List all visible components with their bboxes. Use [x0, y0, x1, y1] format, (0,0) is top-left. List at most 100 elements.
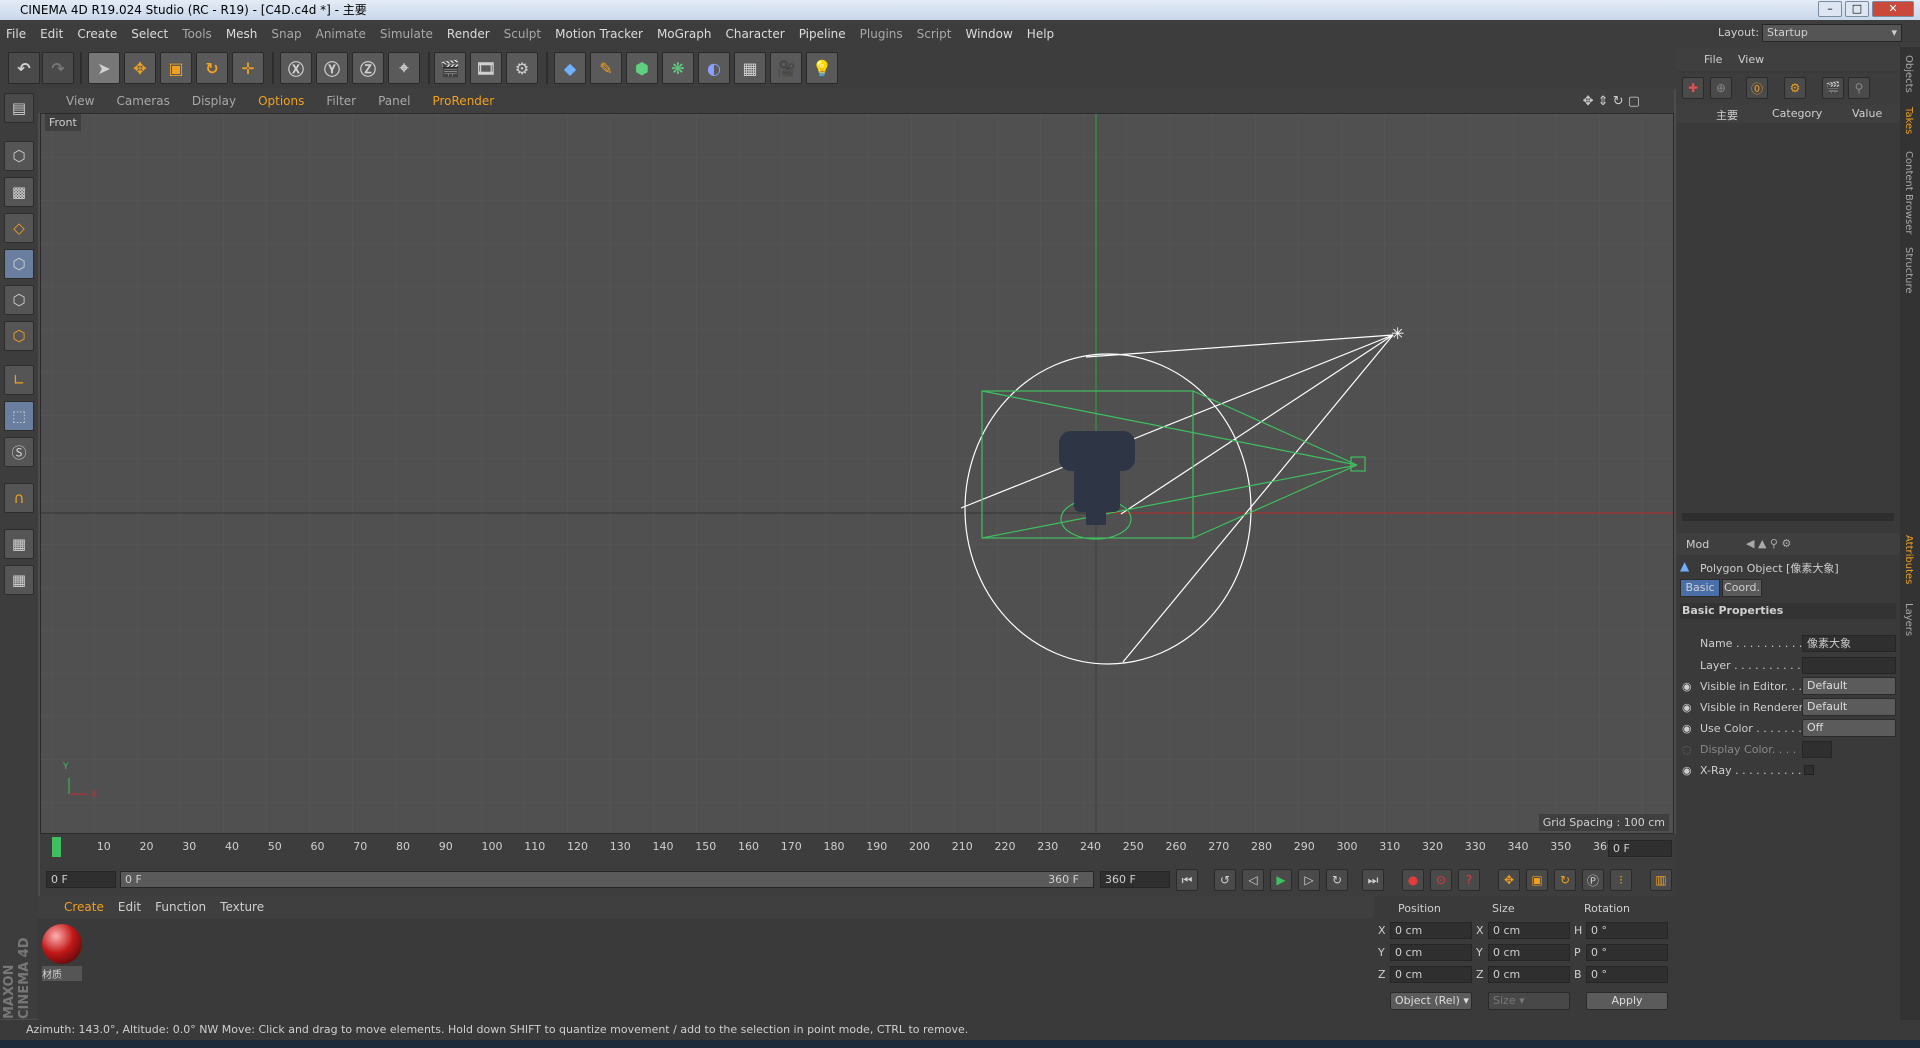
timeline-ruler[interactable]: 0102030405060708090100110120130140150160… — [40, 834, 1676, 862]
previous-key-icon[interactable]: ↺ — [1214, 869, 1236, 891]
previous-frame-icon[interactable]: ◁ — [1242, 869, 1264, 891]
render-picture-viewer-icon[interactable]: 🎞 — [470, 52, 502, 84]
menu-mesh[interactable]: Mesh — [226, 27, 258, 41]
tweak-mode-icon[interactable]: ⬚ — [4, 401, 34, 431]
current-frame-field[interactable]: 0 F — [1608, 840, 1672, 857]
menu-simulate[interactable]: Simulate — [380, 27, 433, 41]
material-menu-create[interactable]: Create — [64, 900, 104, 914]
xray-checkbox[interactable] — [1804, 765, 1814, 775]
pen-spline-icon[interactable]: ✎ — [590, 52, 622, 84]
snap-icon[interactable]: ∩ — [4, 483, 34, 513]
autokey-icon[interactable]: ⊙ — [1430, 869, 1452, 891]
menu-sculpt[interactable]: Sculpt — [504, 27, 541, 41]
coordinate-system-icon[interactable]: ⌖ — [388, 52, 420, 84]
coord-mode-select[interactable]: Object (Rel) ▾ — [1390, 992, 1472, 1010]
redo-icon[interactable]: ↷ — [42, 52, 74, 84]
close-button[interactable]: ✕ — [1872, 1, 1914, 17]
key-rotation-icon[interactable]: ↻ — [1554, 869, 1576, 891]
viewport-menu-prorender[interactable]: ProRender — [432, 94, 494, 108]
play-icon[interactable]: ▶ — [1270, 869, 1292, 891]
deformer-icon[interactable]: ◐ — [698, 52, 730, 84]
scale-icon[interactable]: ▣ — [160, 52, 192, 84]
next-key-icon[interactable]: ↻ — [1326, 869, 1348, 891]
rotation-b-field[interactable]: 0 ° — [1586, 966, 1668, 983]
rotate-icon[interactable]: ↻ — [196, 52, 228, 84]
side-tab-layers[interactable]: Layers — [1903, 603, 1914, 636]
name-field[interactable]: 像素大象 — [1802, 635, 1896, 652]
menu-create[interactable]: Create — [77, 27, 117, 41]
attributes-mode-menu[interactable]: Mod — [1686, 538, 1709, 551]
undo-icon[interactable]: ↶ — [8, 52, 40, 84]
display-color-swatch[interactable] — [1802, 741, 1832, 758]
key-position-icon[interactable]: ✥ — [1498, 869, 1520, 891]
material-menu-texture[interactable]: Texture — [220, 900, 264, 914]
rotation-p-field[interactable]: 0 ° — [1586, 944, 1668, 961]
workplane-icon[interactable]: ◇ — [4, 213, 34, 243]
polygons-mode-icon[interactable]: ⬡ — [4, 321, 34, 351]
menu-select[interactable]: Select — [131, 27, 168, 41]
render-view-icon[interactable]: 🎬 — [434, 52, 466, 84]
material-menu-edit[interactable]: Edit — [118, 900, 141, 914]
start-frame-field[interactable]: 0 F — [46, 871, 116, 888]
viewport-canvas[interactable]: ✳ — [41, 114, 1674, 834]
layout-select[interactable]: Startup ▾ — [1762, 24, 1902, 42]
menu-snap[interactable]: Snap — [271, 27, 301, 41]
z-axis-lock-icon[interactable]: Ⓩ — [352, 52, 384, 84]
side-tab-structure[interactable]: Structure — [1903, 247, 1914, 294]
size-y-field[interactable]: 0 cm — [1488, 944, 1570, 961]
tag-icon[interactable]: ⓪ — [1746, 77, 1768, 99]
menu-file[interactable]: File — [6, 27, 26, 41]
clapper-icon[interactable]: 🎬 — [1822, 77, 1844, 99]
viewport-menu-panel[interactable]: Panel — [378, 94, 410, 108]
keyframe-selection-icon[interactable]: ? — [1458, 869, 1480, 891]
texture-mode-icon[interactable]: ▩ — [4, 177, 34, 207]
side-tab-objects[interactable]: Objects — [1903, 55, 1914, 93]
object-icon[interactable]: ⊕ — [1710, 77, 1732, 99]
position-y-field[interactable]: 0 cm — [1390, 944, 1472, 961]
menu-plugins[interactable]: Plugins — [860, 27, 903, 41]
radio-icon[interactable]: ◉ — [1682, 764, 1692, 777]
subdivision-surface-icon[interactable]: ⬢ — [626, 52, 658, 84]
menu-render[interactable]: Render — [447, 27, 490, 41]
minimize-button[interactable]: – — [1818, 1, 1842, 17]
points-mode-icon[interactable]: ⬡ — [4, 249, 34, 279]
objects-scrollbar[interactable] — [1682, 513, 1894, 521]
material-menu-function[interactable]: Function — [155, 900, 206, 914]
add-object-icon[interactable]: ✚ — [1682, 77, 1704, 99]
viewport-menu-view[interactable]: View — [66, 94, 94, 108]
transform-icon[interactable]: ✛ — [232, 52, 264, 84]
go-to-end-icon[interactable]: ⏭ — [1362, 869, 1384, 891]
menu-help[interactable]: Help — [1027, 27, 1054, 41]
cube-icon[interactable]: ◆ — [554, 52, 586, 84]
menu-motion-tracker[interactable]: Motion Tracker — [555, 27, 643, 41]
use-color-select[interactable]: Off — [1802, 719, 1896, 737]
material-swatch[interactable]: 材质 — [42, 924, 86, 982]
timeline-playhead[interactable] — [52, 837, 61, 857]
filter-icon[interactable]: ⚲ — [1848, 77, 1870, 99]
y-axis-lock-icon[interactable]: Ⓨ — [316, 52, 348, 84]
radio-icon[interactable]: ◉ — [1682, 701, 1692, 714]
next-frame-icon[interactable]: ▷ — [1298, 869, 1320, 891]
x-axis-lock-icon[interactable]: Ⓧ — [280, 52, 312, 84]
object-root-item[interactable]: 主要 — [1716, 107, 1738, 123]
position-z-field[interactable]: 0 cm — [1390, 966, 1472, 983]
viewport-menu-filter[interactable]: Filter — [326, 94, 356, 108]
model-mode-icon[interactable]: ⬡ — [4, 141, 34, 171]
light-icon[interactable]: 💡 — [806, 52, 838, 84]
layer-field[interactable] — [1802, 657, 1896, 674]
key-scale-icon[interactable]: ▣ — [1526, 869, 1548, 891]
menu-character[interactable]: Character — [725, 27, 784, 41]
make-editable-icon[interactable]: ▤ — [4, 93, 34, 123]
apply-button[interactable]: Apply — [1586, 992, 1668, 1010]
visible-editor-select[interactable]: Default — [1802, 677, 1896, 695]
planar-workplane-icon[interactable]: ▦ — [4, 565, 34, 595]
select-arrow-icon[interactable]: ➤ — [88, 52, 120, 84]
camera-icon[interactable]: 🎥 — [770, 52, 802, 84]
radio-icon[interactable]: ◉ — [1682, 680, 1692, 693]
size-x-field[interactable]: 0 cm — [1488, 922, 1570, 939]
maximize-button[interactable]: □ — [1845, 1, 1869, 17]
position-x-field[interactable]: 0 cm — [1390, 922, 1472, 939]
viewport-menu-cameras[interactable]: Cameras — [116, 94, 169, 108]
radio-icon[interactable]: ◉ — [1682, 722, 1692, 735]
array-icon[interactable]: ❋ — [662, 52, 694, 84]
